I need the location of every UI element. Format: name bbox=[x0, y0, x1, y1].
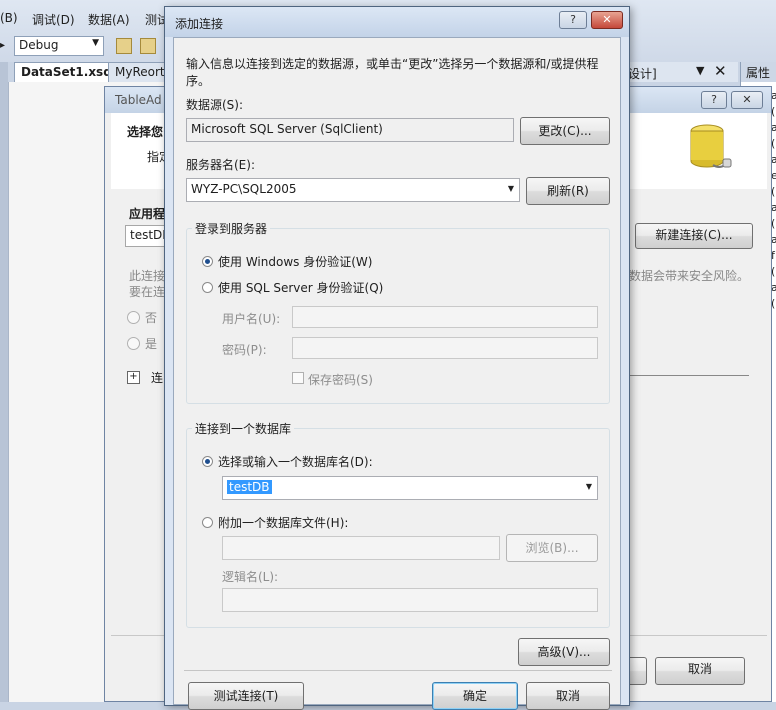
save-password-checkbox[interactable] bbox=[292, 372, 304, 384]
solution-config-value: Debug bbox=[19, 38, 59, 52]
help-icon: ? bbox=[711, 93, 717, 106]
login-group-title: 登录到服务器 bbox=[192, 220, 271, 237]
sql-auth-radio[interactable] bbox=[202, 282, 213, 293]
browse-button-label: 浏览(B)... bbox=[525, 541, 579, 555]
attach-db-file-field[interactable] bbox=[222, 536, 500, 560]
tab-label: MyReort bbox=[115, 65, 165, 79]
dialog-titlebar: 添加连接 ? ✕ bbox=[165, 7, 629, 37]
server-name-value: WYZ-PC\SQL2005 bbox=[191, 182, 297, 196]
refresh-button[interactable]: 刷新(R) bbox=[526, 177, 610, 205]
password-label: 密码(P): bbox=[222, 343, 267, 357]
menu-build[interactable]: (B) bbox=[0, 11, 18, 25]
database-name-value: testDB bbox=[227, 480, 272, 494]
help-icon: ? bbox=[570, 13, 576, 26]
database-name-combo[interactable]: testDB ▼ bbox=[222, 476, 598, 500]
wizard-title: TableAd bbox=[115, 93, 162, 107]
datasource-label: 数据源(S): bbox=[186, 98, 244, 112]
dialog-description: 输入信息以连接到选定的数据源，或单击“更改”选择另一个数据源和/或提供程序。 bbox=[186, 57, 599, 88]
toolbar-arrow-icon: ▸ bbox=[0, 40, 6, 51]
select-db-radio[interactable] bbox=[202, 456, 213, 467]
username-label: 用户名(U): bbox=[222, 312, 281, 326]
chevron-down-icon[interactable]: ▼ bbox=[586, 482, 592, 491]
change-datasource-button[interactable]: 更改(C)... bbox=[520, 117, 610, 145]
properties-tab[interactable]: 属性 bbox=[740, 62, 776, 82]
windows-auth-label: 使用 Windows 身份验证(W) bbox=[218, 255, 373, 269]
wizard-finish-button[interactable] bbox=[627, 657, 647, 685]
database-icon bbox=[690, 124, 732, 168]
select-db-label: 选择或输入一个数据库名(D): bbox=[218, 455, 373, 469]
wizard-close-button[interactable]: ✕ bbox=[731, 91, 763, 109]
wizard-cancel-label: 取消 bbox=[687, 662, 712, 676]
wizard-radio-no-label: 否 bbox=[145, 311, 158, 325]
datasource-value: Microsoft SQL Server (SqlClient) bbox=[191, 122, 383, 136]
left-gutter bbox=[0, 62, 8, 702]
datasource-field: Microsoft SQL Server (SqlClient) bbox=[186, 118, 514, 142]
chevron-down-icon[interactable]: ▼ bbox=[508, 184, 514, 193]
solution-config-combo[interactable]: Debug ▼ bbox=[14, 36, 104, 56]
properties-icon[interactable] bbox=[140, 38, 156, 54]
wizard-note-line1: 此连接 bbox=[129, 269, 166, 283]
wizard-cancel-button[interactable]: 取消 bbox=[655, 657, 745, 685]
find-icon[interactable] bbox=[116, 38, 132, 54]
expand-icon[interactable]: + bbox=[127, 371, 140, 384]
attach-db-label: 附加一个数据库文件(H): bbox=[218, 516, 349, 530]
server-name-combo[interactable]: WYZ-PC\SQL2005 ▼ bbox=[186, 178, 520, 202]
cancel-button[interactable]: 取消 bbox=[526, 682, 610, 710]
close-icon: ✕ bbox=[742, 93, 752, 106]
wizard-app-label: 应用程 bbox=[129, 207, 166, 221]
database-group-title: 连接到一个数据库 bbox=[192, 420, 295, 437]
sql-auth-label: 使用 SQL Server 身份验证(Q) bbox=[218, 281, 384, 295]
attach-db-radio[interactable] bbox=[202, 517, 213, 528]
wizard-radio-yes[interactable] bbox=[127, 337, 140, 350]
properties-tab-label: 属性 bbox=[746, 66, 771, 80]
server-name-label: 服务器名(E): bbox=[186, 158, 255, 172]
close-icon: ✕ bbox=[602, 13, 612, 26]
document-tabs: DataSet1.xsd MyReort bbox=[8, 62, 172, 82]
menu-data[interactable]: 数据(A) bbox=[88, 11, 130, 28]
wizard-radio-yes-label: 是 bbox=[145, 337, 158, 351]
ok-button[interactable]: 确定 bbox=[432, 682, 518, 710]
wizard-separator bbox=[629, 375, 749, 376]
tab-myreort[interactable]: MyReort bbox=[108, 62, 172, 82]
username-field[interactable] bbox=[292, 306, 598, 328]
wizard-note-right: 数据会带来安全风险。 bbox=[629, 269, 750, 283]
test-connection-label: 测试连接(T) bbox=[213, 689, 279, 703]
save-password-label: 保存密码(S) bbox=[308, 373, 373, 387]
logical-name-label: 逻辑名(L): bbox=[222, 570, 279, 584]
right-document-tabs: 设计] ▼ ✕ bbox=[628, 62, 738, 82]
tab-dropdown-icon[interactable]: ▼ bbox=[696, 64, 704, 77]
refresh-button-label: 刷新(R) bbox=[547, 184, 589, 198]
dialog-body: 输入信息以连接到选定的数据源，或单击“更改”选择另一个数据源和/或提供程序。 数… bbox=[173, 37, 621, 710]
chevron-down-icon: ▼ bbox=[92, 38, 99, 48]
wizard-note-line2: 要在连 bbox=[129, 285, 166, 299]
new-connection-button[interactable]: 新建连接(C)... bbox=[635, 223, 753, 249]
ok-button-label: 确定 bbox=[462, 689, 487, 703]
windows-auth-radio[interactable] bbox=[202, 256, 213, 267]
ide-menubar: (B) 调试(D) 数据(A) 测试 bbox=[0, 8, 170, 30]
dialog-close-button[interactable]: ✕ bbox=[591, 11, 623, 29]
advanced-button-label: 高级(V)... bbox=[537, 645, 591, 659]
dialog-help-button[interactable]: ? bbox=[559, 11, 587, 29]
tab-dataset1-xsd[interactable]: DataSet1.xsd bbox=[14, 62, 119, 82]
wizard-radio-no[interactable] bbox=[127, 311, 140, 324]
dialog-title: 添加连接 bbox=[175, 17, 224, 31]
browse-button[interactable]: 浏览(B)... bbox=[506, 534, 598, 562]
tab-design-fragment[interactable]: 设计] bbox=[628, 65, 657, 82]
test-connection-button[interactable]: 测试连接(T) bbox=[188, 682, 304, 710]
dialog-separator bbox=[184, 670, 612, 671]
cancel-button-label: 取消 bbox=[555, 689, 580, 703]
advanced-button[interactable]: 高级(V)... bbox=[518, 638, 610, 666]
password-field[interactable] bbox=[292, 337, 598, 359]
change-button-label: 更改(C)... bbox=[538, 124, 592, 138]
wizard-expand-label: 连 bbox=[151, 371, 164, 385]
tab-label: DataSet1.xsd bbox=[21, 65, 112, 79]
menu-debug[interactable]: 调试(D) bbox=[32, 11, 75, 28]
logical-name-field[interactable] bbox=[222, 588, 598, 612]
wizard-heading: 选择您 bbox=[127, 125, 164, 139]
add-connection-dialog: 添加连接 ? ✕ 输入信息以连接到选定的数据源，或单击“更改”选择另一个数据源和… bbox=[164, 6, 630, 710]
new-connection-label: 新建连接(C)... bbox=[655, 228, 733, 242]
wizard-help-button[interactable]: ? bbox=[701, 91, 727, 109]
close-tab-icon[interactable]: ✕ bbox=[714, 62, 727, 80]
